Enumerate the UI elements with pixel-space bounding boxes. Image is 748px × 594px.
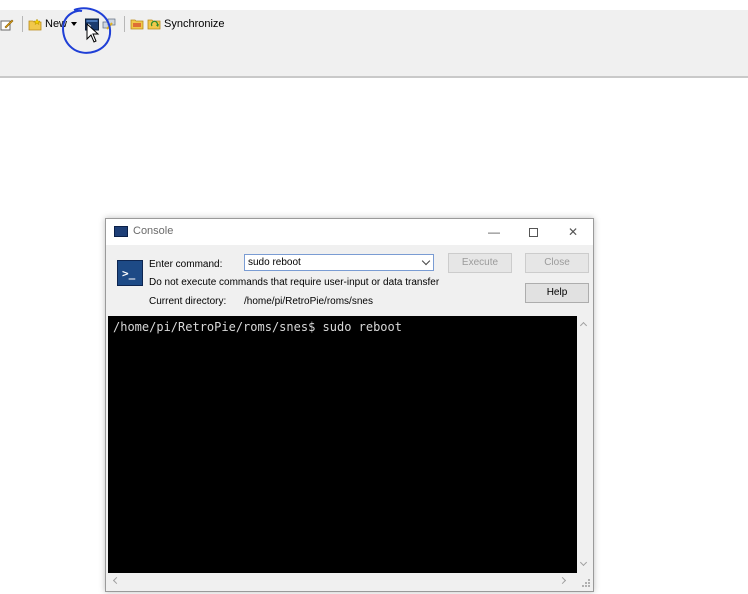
console-large-icon: >_ [117,260,143,286]
mouse-cursor-icon [86,23,100,43]
command-combobox[interactable]: sudo reboot [244,254,434,271]
chevron-down-icon[interactable] [421,256,431,266]
help-button[interactable]: Help [525,283,589,303]
current-directory-label: Current directory: [149,296,227,307]
scroll-up-icon[interactable] [579,321,588,330]
maximize-icon [528,228,538,238]
close-button[interactable]: Close [525,253,589,273]
new-folder-icon[interactable] [28,18,42,31]
synchronize-button[interactable]: Synchronize [164,18,225,30]
current-directory-value: /home/pi/RetroPie/roms/snes [244,296,373,307]
compare-directories-icon[interactable] [130,18,144,31]
enter-command-label: Enter command: [149,259,223,270]
warning-text: Do not execute commands that require use… [149,277,440,288]
console-titlebar[interactable]: Console — ✕ [106,219,593,245]
maximize-button[interactable] [521,223,545,241]
toolbar-separator [124,16,126,32]
console-window: Console — ✕ >_ Enter command: sudo reboo… [105,218,594,592]
command-value: sudo reboot [248,257,301,268]
scroll-right-icon[interactable] [558,576,567,585]
prompt-glyph-icon: >_ [122,267,136,280]
execute-button[interactable]: Execute [448,253,512,273]
horizontal-scrollbar[interactable] [108,573,577,588]
edit-icon[interactable] [0,18,14,31]
synchronize-icon[interactable] [147,18,161,31]
terminal-output[interactable]: /home/pi/RetroPie/roms/snes$ sudo reboot [108,316,577,573]
toolbar-separator [22,16,23,32]
console-title: Console [133,225,174,237]
scroll-down-icon[interactable] [579,558,588,567]
minimize-button[interactable]: — [482,223,506,241]
resize-grip-icon[interactable] [579,576,591,588]
vertical-scrollbar[interactable] [577,316,591,573]
console-window-icon [114,226,128,237]
scroll-left-icon[interactable] [112,576,121,585]
close-window-button[interactable]: ✕ [561,223,585,241]
